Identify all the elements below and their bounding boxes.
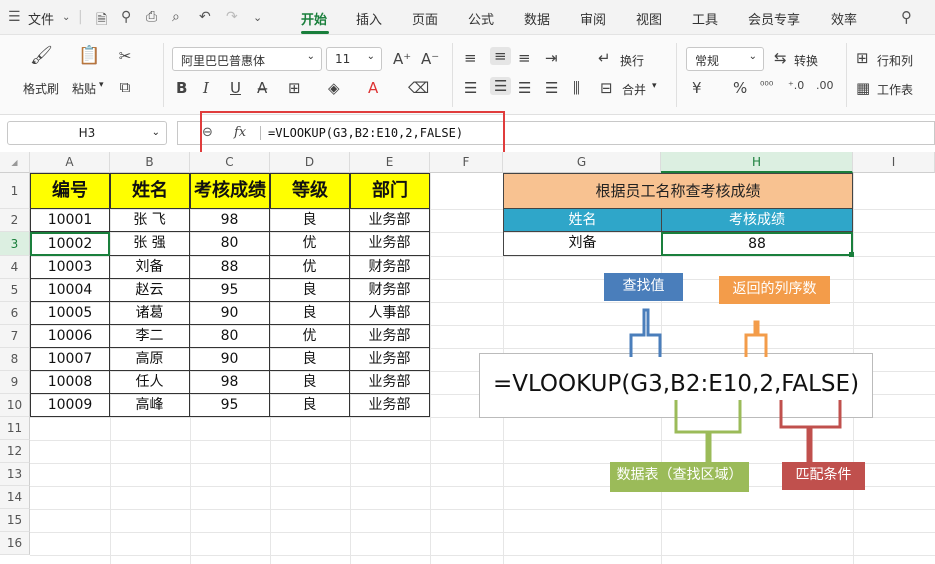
chevron-down-icon: ⌄ [748, 51, 757, 62]
font-name-select[interactable]: 阿里巴巴普惠体 ⌄ [172, 47, 322, 71]
indent-icon[interactable]: ⇥ [545, 49, 558, 67]
divider: | [78, 9, 83, 25]
bold-icon[interactable]: B [176, 79, 187, 97]
font-size-value: 11 [335, 52, 351, 66]
align-center-icon[interactable]: ☰ [490, 77, 512, 95]
file-menu[interactable]: 文件 [28, 9, 54, 28]
chevron-down-icon: ⌄ [366, 51, 375, 62]
tab-home[interactable]: 开始 [301, 9, 327, 28]
align-middle-icon[interactable]: ≡ [490, 47, 511, 65]
hamburger-icon[interactable]: ☰ [8, 9, 21, 25]
menu-bar: ☰ 文件 ⌄ | 🗎 ⚲ ⎙ ⌕ ↶ ↷ ⌄ 开始 插入 页面 公式 数据 审阅… [0, 0, 935, 35]
worksheet-button[interactable]: 工作表 [877, 81, 913, 98]
save-icon[interactable]: 🗎 [96, 9, 107, 33]
fill-color-icon[interactable]: ◈ [328, 79, 340, 97]
chevron-down-icon[interactable]: ⌄ [62, 12, 70, 23]
lookup-value-brace [629, 308, 662, 357]
border-icon[interactable]: ⊞ [288, 79, 301, 97]
align-right-icon[interactable]: ☰ [518, 79, 531, 97]
print-icon[interactable]: ⎙ [146, 9, 157, 25]
col-index-brace [744, 320, 768, 357]
increase-font-icon[interactable]: A⁺ [393, 50, 411, 68]
number-format-select[interactable]: 常规 ⌄ [686, 47, 764, 71]
ribbon-toolbar: 🖌 格式刷 📋 粘贴 ▾ ✂ ⧉ 阿里巴巴普惠体 ⌄ 11 ⌄ A⁺ A⁻ B … [0, 35, 935, 115]
clear-format-icon[interactable]: ⌫ [408, 79, 429, 97]
print-preview-icon[interactable]: ⌕ [172, 9, 180, 25]
tab-tools[interactable]: 工具 [692, 9, 718, 28]
underline-icon[interactable]: U [230, 79, 241, 97]
tab-efficiency[interactable]: 效率 [831, 9, 857, 28]
row-col-button[interactable]: 行和列 [877, 52, 913, 69]
share-icon[interactable]: ⚲ [121, 9, 131, 25]
name-box[interactable]: H3 ⌄ [7, 121, 167, 145]
font-color-icon[interactable]: A [368, 79, 378, 97]
paste-icon[interactable]: 📋 [78, 45, 100, 66]
formula-highlight-box [200, 111, 505, 154]
worksheet-icon[interactable]: ▦ [856, 79, 870, 97]
tab-member[interactable]: 会员专享 [748, 9, 800, 28]
divider [676, 43, 677, 107]
strikethrough-icon[interactable]: A̶ [257, 79, 267, 97]
divider [846, 43, 847, 107]
divider [163, 43, 164, 107]
tab-data[interactable]: 数据 [524, 9, 550, 28]
tab-view[interactable]: 视图 [636, 9, 662, 28]
cut-icon[interactable]: ✂ [116, 47, 134, 65]
divider [452, 43, 453, 107]
font-size-select[interactable]: 11 ⌄ [326, 47, 382, 71]
spreadsheet-grid[interactable]: ◢ ABCDEFGHI 1 2 3 4 5 6 7 8 9 10 11 12 13 14 15 16 编号 姓名… [0, 152, 935, 564]
paste-button[interactable]: 粘贴 [72, 80, 96, 97]
tab-review[interactable]: 审阅 [580, 9, 606, 28]
merge-button[interactable]: 合并 [622, 81, 646, 98]
format-painter-button[interactable]: 格式刷 [23, 80, 59, 97]
number-format-value: 常规 [695, 54, 720, 68]
decrease-font-icon[interactable]: A⁻ [421, 50, 439, 68]
paste-chevron-icon[interactable]: ▾ [99, 80, 104, 90]
row-col-icon[interactable]: ⊞ [856, 49, 869, 67]
search-icon[interactable]: ⚲ [901, 8, 912, 26]
distribute-icon[interactable]: ⫼ [573, 79, 580, 97]
currency-icon[interactable]: ¥ [692, 79, 702, 97]
font-name-value: 阿里巴巴普惠体 [181, 54, 266, 68]
wrap-icon[interactable]: ↵ [598, 49, 611, 67]
convert-button[interactable]: 转换 [794, 52, 818, 69]
tab-formula[interactable]: 公式 [468, 9, 494, 28]
match-type-brace [779, 400, 842, 464]
align-top-icon[interactable]: ≡ [464, 49, 477, 67]
more-chevron-icon[interactable]: ⌄ [253, 11, 262, 24]
chevron-down-icon: ⌄ [151, 127, 160, 138]
table-array-brace [674, 400, 742, 464]
decrease-decimal-icon[interactable]: .00 [816, 79, 834, 92]
italic-icon[interactable]: I [203, 79, 209, 97]
align-left-icon[interactable]: ☰ [464, 79, 477, 97]
active-tab-indicator [301, 31, 329, 34]
thousands-icon[interactable]: ⁰⁰⁰ [760, 79, 773, 92]
merge-chevron-icon[interactable]: ▾ [652, 81, 657, 91]
align-bottom-icon[interactable]: ≡ [518, 49, 531, 67]
percent-icon[interactable]: % [733, 79, 747, 97]
chevron-down-icon: ⌄ [306, 51, 315, 62]
justify-icon[interactable]: ☰ [545, 79, 558, 97]
tab-page[interactable]: 页面 [412, 9, 438, 28]
increase-decimal-icon[interactable]: ⁺.0 [788, 79, 804, 92]
wrap-text-button[interactable]: 换行 [620, 52, 644, 69]
redo-icon[interactable]: ↷ [226, 9, 238, 25]
name-box-value: H3 [78, 126, 96, 140]
annotation-braces [629, 308, 842, 464]
format-painter-icon[interactable]: 🖌 [30, 45, 53, 66]
merge-icon[interactable]: ⊟ [600, 79, 613, 97]
copy-icon[interactable]: ⧉ [116, 78, 134, 96]
tab-insert[interactable]: 插入 [356, 9, 382, 28]
convert-icon[interactable]: ⇆ [774, 49, 787, 67]
undo-icon[interactable]: ↶ [199, 9, 211, 25]
